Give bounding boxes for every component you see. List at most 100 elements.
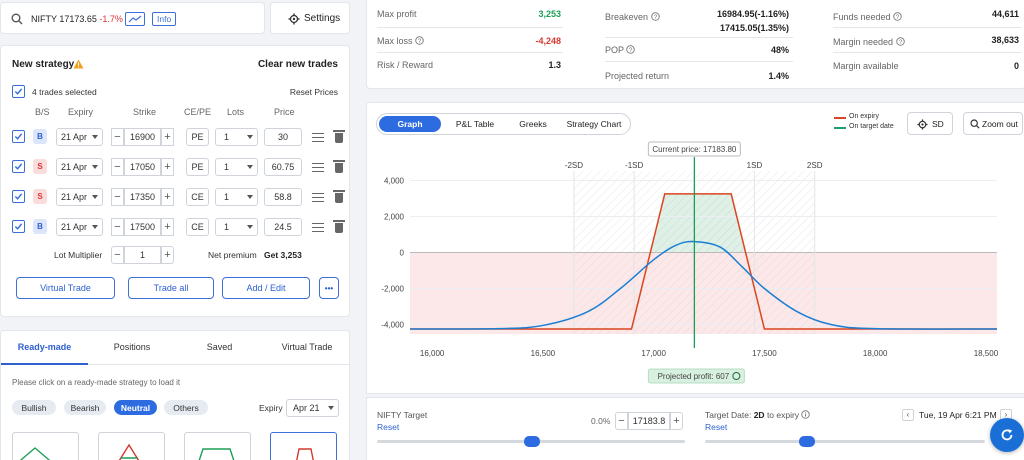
lots-select[interactable]: 1: [215, 128, 258, 146]
trash-icon[interactable]: [333, 220, 345, 233]
tab-graph[interactable]: Graph: [379, 116, 441, 132]
strategy-thumbnail[interactable]: [270, 432, 337, 460]
prev-date-button[interactable]: ‹: [902, 409, 914, 421]
help-icon[interactable]: ?: [626, 45, 636, 54]
trade-checkbox[interactable]: [12, 220, 25, 233]
tab-positions[interactable]: Positions: [88, 342, 176, 352]
help-icon[interactable]: ?: [895, 37, 905, 46]
option-type-value: PE: [191, 132, 204, 142]
drag-handle-icon[interactable]: [312, 223, 324, 232]
date-reset-link[interactable]: Reset: [705, 422, 727, 432]
strategy-thumbnail[interactable]: [184, 432, 251, 460]
price-field[interactable]: 24.5: [264, 218, 302, 236]
expiry-select[interactable]: 21 Apr: [56, 158, 103, 176]
lot-multiplier-decrement[interactable]: −: [111, 246, 124, 264]
lot-multiplier-increment[interactable]: +: [161, 246, 174, 264]
strike-decrement-button[interactable]: −: [111, 188, 124, 206]
strike-increment-button[interactable]: +: [161, 218, 174, 236]
strike-decrement-button[interactable]: −: [111, 218, 124, 236]
drag-handle-icon[interactable]: [312, 133, 324, 142]
symbol-search-bar[interactable]: NIFTY 17173.65 -1.7% Info: [0, 2, 265, 34]
info-icon[interactable]: [801, 410, 811, 419]
target-increment-button[interactable]: +: [670, 412, 683, 430]
option-type-field[interactable]: PE: [186, 158, 209, 176]
price-field[interactable]: 30: [264, 128, 302, 146]
target-decrement-button[interactable]: −: [615, 412, 628, 430]
more-options-button[interactable]: •••: [319, 277, 339, 299]
clear-new-trades-button[interactable]: Clear new trades: [258, 59, 338, 70]
buy-sell-badge[interactable]: S: [33, 159, 47, 174]
option-type-field[interactable]: CE: [186, 218, 209, 236]
max-loss-label: Max loss ?: [377, 36, 424, 46]
option-type-field[interactable]: PE: [186, 128, 209, 146]
option-type-field[interactable]: CE: [186, 188, 209, 206]
help-icon[interactable]: ?: [415, 36, 424, 45]
strike-increment-button[interactable]: +: [161, 158, 174, 176]
add-edit-button[interactable]: Add / Edit: [222, 277, 310, 299]
trade-checkbox[interactable]: [12, 130, 25, 143]
slider-thumb[interactable]: [524, 436, 540, 447]
help-icon[interactable]: ?: [650, 12, 660, 21]
select-all-checkbox[interactable]: [12, 85, 25, 98]
help-icon[interactable]: ?: [893, 12, 902, 21]
filter-others[interactable]: Others: [164, 400, 208, 415]
payoff-chart[interactable]: 4,000 2,000 0 -2,000 -4,000 16,000 16,500 17,00…: [367, 141, 1024, 391]
target-reset-link[interactable]: Reset: [377, 422, 399, 432]
tab-pl-table[interactable]: P&L Table: [445, 119, 505, 129]
trash-icon[interactable]: [333, 160, 345, 173]
lot-multiplier-field[interactable]: 1: [124, 246, 161, 264]
buy-sell-badge[interactable]: B: [33, 219, 47, 234]
lots-select[interactable]: 1: [215, 218, 258, 236]
settings-button[interactable]: Settings: [270, 2, 350, 34]
target-price-field[interactable]: 17183.8: [628, 412, 670, 430]
strategy-thumbnail[interactable]: [12, 432, 79, 460]
readymade-expiry-select[interactable]: Apr 21: [286, 399, 339, 417]
reset-prices-button[interactable]: Reset Prices: [290, 87, 338, 97]
zoom-out-button[interactable]: Zoom out: [963, 112, 1023, 135]
stats-panel: Max profit 3,253 Max loss ? -4,248 Risk …: [366, 0, 1024, 89]
expiry-select[interactable]: 21 Apr: [56, 128, 103, 146]
drag-handle-icon[interactable]: [312, 163, 324, 172]
lots-select[interactable]: 1: [215, 188, 258, 206]
trade-checkbox[interactable]: [12, 160, 25, 173]
strike-increment-button[interactable]: +: [161, 188, 174, 206]
tab-saved[interactable]: Saved: [176, 342, 263, 352]
trash-icon[interactable]: [333, 130, 345, 143]
refresh-button[interactable]: [990, 418, 1024, 452]
strike-field[interactable]: 16900: [124, 128, 161, 146]
strike-field[interactable]: 17500: [124, 218, 161, 236]
strike-increment-button[interactable]: +: [161, 128, 174, 146]
trade-checkbox[interactable]: [12, 190, 25, 203]
trend-chart-icon[interactable]: [125, 12, 145, 26]
tab-virtual-trade[interactable]: Virtual Trade: [263, 342, 351, 352]
trash-icon[interactable]: [333, 190, 345, 203]
slider-thumb[interactable]: [799, 436, 815, 447]
lots-select[interactable]: 1: [215, 158, 258, 176]
sd-button[interactable]: SD: [907, 112, 953, 135]
projected-return-value: 1.4%: [768, 71, 789, 81]
drag-handle-icon[interactable]: [312, 193, 324, 202]
tab-greeks[interactable]: Greeks: [509, 119, 557, 129]
virtual-trade-button[interactable]: Virtual Trade: [16, 277, 115, 299]
price-field[interactable]: 60.75: [264, 158, 302, 176]
buy-sell-badge[interactable]: B: [33, 129, 47, 144]
tab-strategy-chart[interactable]: Strategy Chart: [559, 119, 629, 129]
strike-field[interactable]: 17050: [124, 158, 161, 176]
strike-field[interactable]: 17350: [124, 188, 161, 206]
strategy-thumbnail[interactable]: [98, 432, 165, 460]
strike-decrement-button[interactable]: −: [111, 158, 124, 176]
filter-neutral[interactable]: Neutral: [114, 400, 157, 415]
price-field[interactable]: 58.8: [264, 188, 302, 206]
expiry-select[interactable]: 21 Apr: [56, 188, 103, 206]
target-price-slider[interactable]: [377, 436, 685, 447]
tab-ready-made[interactable]: Ready-made: [1, 342, 88, 352]
filter-bearish[interactable]: Bearish: [64, 400, 106, 415]
info-button[interactable]: Info: [152, 12, 177, 26]
target-date-slider[interactable]: [705, 436, 985, 447]
trade-all-button[interactable]: Trade all: [128, 277, 214, 299]
strike-decrement-button[interactable]: −: [111, 128, 124, 146]
expiry-value: Apr 21: [293, 403, 320, 413]
buy-sell-badge[interactable]: S: [33, 189, 47, 204]
filter-bullish[interactable]: Bullish: [12, 400, 56, 415]
expiry-select[interactable]: 21 Apr: [56, 218, 103, 236]
